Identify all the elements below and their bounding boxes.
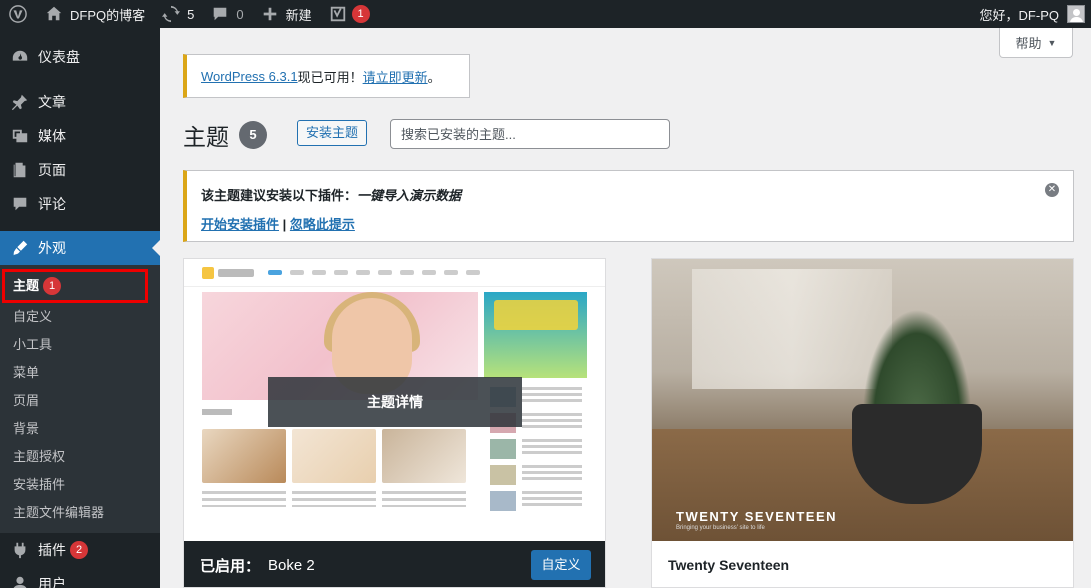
menu-users[interactable]: 用户: [0, 567, 160, 588]
menu-pages[interactable]: 页面: [0, 153, 160, 187]
theme-screenshot[interactable]: 主题详情: [184, 259, 605, 541]
theme-count-badge: 5: [239, 121, 267, 149]
submenu-install-plugins[interactable]: 安装插件: [0, 471, 160, 499]
submenu-themes[interactable]: 主题 1: [2, 269, 148, 303]
menu-posts-label: 文章: [38, 94, 66, 110]
page-icon: [10, 160, 30, 180]
submenu-header[interactable]: 页眉: [0, 387, 160, 415]
appearance-submenu: 主题 1 自定义 小工具 菜单 页眉 背景 主题授权 安装插件 主题文件编辑器: [0, 265, 160, 533]
yoast-icon: [328, 4, 348, 24]
theme-details-button[interactable]: 主题详情: [268, 377, 522, 427]
comments-menu[interactable]: 0: [202, 0, 251, 28]
menu-media[interactable]: 媒体: [0, 119, 160, 153]
site-name: DFPQ的博客: [70, 7, 146, 23]
yoast-badge: 1: [351, 5, 370, 23]
menu-comments[interactable]: 评论: [0, 187, 160, 221]
notice-separator: |: [279, 217, 290, 232]
admin-sidebar: 仪表盘 文章 媒体 页面 评论 外观 主题 1 自定义 小工具 菜单 页眉 背景 …: [0, 28, 160, 588]
home-icon: [44, 4, 64, 24]
wp-logo-menu[interactable]: [0, 0, 36, 28]
dismiss-notice-link[interactable]: 忽略此提示: [290, 217, 355, 232]
theme-card-twentyseventeen[interactable]: TWENTY SEVENTEEN Bringing your business'…: [651, 258, 1074, 588]
submenu-menus[interactable]: 菜单: [0, 359, 160, 387]
menu-pages-label: 页面: [38, 162, 66, 178]
menu-media-label: 媒体: [38, 128, 66, 144]
menu-posts[interactable]: 文章: [0, 85, 160, 119]
submenu-theme-editor[interactable]: 主题文件编辑器: [0, 499, 160, 527]
begin-install-link[interactable]: 开始安装插件: [201, 217, 279, 232]
admin-bar: DFPQ的博客 5 0 新建 1 您好，DF-PQ: [0, 0, 1091, 28]
update-now-link[interactable]: 请立即更新: [363, 67, 428, 86]
menu-comments-label: 评论: [38, 196, 66, 212]
menu-plugins[interactable]: 插件 2: [0, 533, 160, 567]
wordpress-version-link[interactable]: WordPress 6.3.1: [201, 69, 298, 84]
media-icon: [10, 126, 30, 146]
customize-button[interactable]: 自定义: [531, 550, 591, 580]
notice-message: 该主题建议安装以下插件：一键导入演示数据: [201, 185, 1073, 204]
ts-plant: [862, 309, 972, 419]
comment-bubble-icon: [10, 194, 30, 214]
refresh-icon: [161, 4, 181, 24]
user-icon: [10, 574, 30, 588]
plugins-update-badge: 2: [70, 541, 88, 559]
menu-plugins-label: 插件: [38, 542, 66, 558]
wordpress-icon: [8, 4, 28, 24]
mock-nav: [268, 270, 488, 275]
caret-down-icon: ▼: [1047, 37, 1057, 48]
notice-text: 该主题建议安装以下插件：: [201, 188, 358, 203]
ts-screenshot-title: TWENTY SEVENTEEN: [676, 509, 838, 524]
dashboard-icon: [10, 47, 30, 67]
submenu-customize[interactable]: 自定义: [0, 303, 160, 331]
paintbrush-icon: [10, 238, 30, 258]
close-icon[interactable]: ✕: [1045, 183, 1059, 197]
active-label: 已启用：: [200, 557, 261, 575]
menu-appearance[interactable]: 外观: [0, 231, 160, 265]
comment-icon: [210, 4, 230, 24]
notice-actions: 开始安装插件 | 忽略此提示: [201, 214, 1073, 233]
add-theme-button[interactable]: 安装主题: [297, 120, 367, 146]
menu-dashboard-label: 仪表盘: [38, 49, 80, 65]
page-title: 主题: [183, 124, 229, 150]
theme-name-bar: Twenty Seventeen: [652, 541, 1073, 587]
active-theme-name: Boke 2: [268, 556, 315, 574]
themes-update-badge: 1: [43, 277, 62, 295]
account-menu[interactable]: 您好，DF-PQ: [972, 0, 1091, 28]
help-tab-label: 帮助: [1015, 36, 1042, 51]
menu-users-label: 用户: [38, 576, 66, 588]
new-label: 新建: [285, 7, 312, 23]
help-tab-button[interactable]: 帮助 ▼: [999, 28, 1073, 58]
updates-count: 5: [187, 6, 195, 22]
theme-screenshot[interactable]: TWENTY SEVENTEEN Bringing your business'…: [652, 259, 1073, 541]
submenu-widgets[interactable]: 小工具: [0, 331, 160, 359]
submenu-background[interactable]: 背景: [0, 415, 160, 443]
menu-appearance-label: 外观: [38, 240, 66, 256]
comments-count: 0: [236, 6, 244, 22]
mock-promo-image: [484, 292, 587, 378]
theme-name: Twenty Seventeen: [668, 557, 790, 573]
menu-dashboard[interactable]: 仪表盘: [0, 40, 160, 74]
greeting: 您好，DF-PQ: [979, 7, 1059, 23]
mock-site-header: [184, 259, 605, 287]
mock-logo: [202, 266, 258, 279]
update-nag: WordPress 6.3.1 现已可用！ 请立即更新。: [183, 54, 470, 98]
plugin-recommendation-notice: 该主题建议安装以下插件：一键导入演示数据 开始安装插件 | 忽略此提示 ✕: [183, 170, 1074, 242]
active-theme-bar: 已启用： Boke 2 自定义: [184, 541, 605, 587]
update-nag-text: 现已可用！: [297, 69, 363, 85]
theme-card-active[interactable]: 主题详情 已启用： Boke 2 自定义: [183, 258, 606, 588]
pin-icon: [10, 92, 30, 112]
ts-screenshot-subtitle: Bringing your business' site to life: [676, 525, 765, 531]
notice-plugin-name: 一键导入演示数据: [357, 188, 462, 203]
submenu-themes-label: 主题: [13, 278, 40, 293]
avatar: [1067, 5, 1085, 23]
updates-menu[interactable]: 5: [153, 0, 202, 28]
plug-icon: [10, 540, 30, 560]
update-nag-end: 。: [427, 69, 441, 85]
plus-icon: [260, 4, 280, 24]
new-content-menu[interactable]: 新建: [252, 0, 320, 28]
page-heading: 主题 5: [183, 118, 267, 152]
yoast-menu[interactable]: 1: [320, 0, 378, 28]
site-name-menu[interactable]: DFPQ的博客: [36, 0, 153, 28]
submenu-theme-license[interactable]: 主题授权: [0, 443, 160, 471]
search-themes-input[interactable]: [390, 119, 670, 149]
